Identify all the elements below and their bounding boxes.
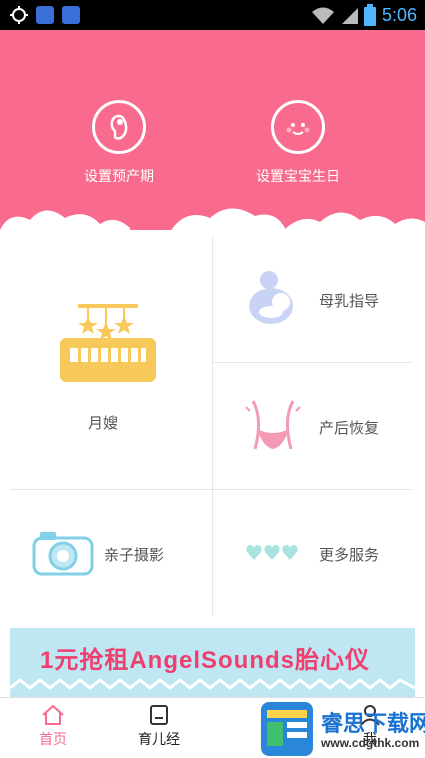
service-more[interactable]: 更多服务 bbox=[213, 490, 413, 616]
set-due-date-button[interactable]: 设置预产期 bbox=[49, 100, 189, 186]
breastfeeding-icon bbox=[249, 271, 293, 324]
hearts-icon bbox=[246, 545, 298, 560]
banner-text: 1元抢租AngelSounds胎心仪 bbox=[40, 647, 371, 674]
service-family-photo[interactable]: 亲子摄影 bbox=[0, 490, 212, 616]
wifi-icon bbox=[311, 7, 334, 24]
waist-icon bbox=[245, 400, 301, 450]
set-baby-birthday-label: 设置宝宝生日 bbox=[256, 168, 340, 184]
status-bar: 5:06 bbox=[0, 0, 425, 30]
set-baby-birthday-button[interactable]: 设置宝宝生日 bbox=[228, 100, 368, 186]
crib-icon bbox=[60, 304, 156, 382]
home-icon bbox=[42, 704, 64, 725]
baidu-app-icon bbox=[36, 6, 54, 24]
book-icon bbox=[150, 705, 168, 725]
service-nanny-label: 月嫂 bbox=[88, 415, 119, 432]
status-time: 5:06 bbox=[381, 4, 417, 25]
set-due-date-label: 设置预产期 bbox=[84, 168, 154, 184]
camera-icon bbox=[32, 532, 94, 576]
service-postpartum-label: 产后恢复 bbox=[319, 420, 380, 437]
nav-parenting[interactable]: 育儿经 bbox=[119, 704, 199, 749]
watermark-url: www.cdgthk.com bbox=[321, 736, 420, 750]
signal-icon bbox=[341, 8, 358, 24]
service-breastfeeding-label: 母乳指导 bbox=[319, 293, 380, 310]
baby-face-icon bbox=[271, 100, 325, 154]
status-left-icons bbox=[10, 6, 80, 24]
service-breastfeeding[interactable]: 母乳指导 bbox=[213, 236, 413, 362]
status-right-icons: 5:06 bbox=[310, 4, 417, 26]
service-nanny[interactable]: 月嫂 bbox=[0, 236, 212, 489]
nav-parenting-label: 育儿经 bbox=[138, 731, 180, 747]
nav-home-label: 首页 bbox=[39, 731, 67, 747]
service-postpartum[interactable]: 产后恢复 bbox=[213, 363, 413, 489]
watermark-logo bbox=[261, 702, 313, 756]
site-watermark: 睿思下载网 www.cdgthk.com bbox=[225, 700, 425, 757]
promo-banner[interactable]: 1元抢租AngelSounds胎心仪 bbox=[10, 628, 415, 698]
nav-home[interactable]: 首页 bbox=[13, 704, 93, 749]
services-grid: 月嫂 母乳指导 产后恢复 亲子摄影 更多服务 bbox=[0, 236, 425, 616]
service-more-label: 更多服务 bbox=[319, 547, 380, 564]
battery-icon bbox=[363, 4, 376, 26]
fetus-icon bbox=[92, 100, 146, 154]
service-family-photo-label: 亲子摄影 bbox=[104, 547, 165, 564]
baidu-app-icon-2 bbox=[62, 6, 80, 24]
watermark-title: 睿思下载网 bbox=[321, 711, 425, 736]
sync-icon bbox=[10, 6, 28, 24]
